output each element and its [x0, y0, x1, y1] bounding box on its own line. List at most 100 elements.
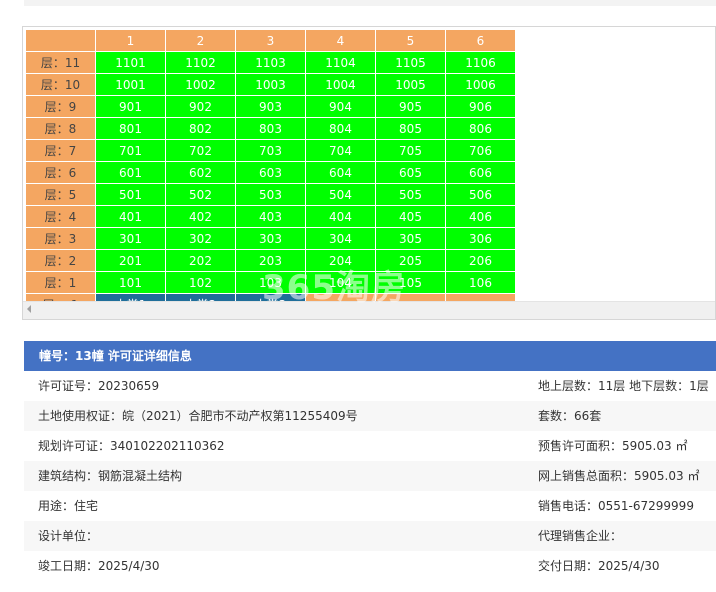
- unit-cell[interactable]: 905: [375, 95, 446, 118]
- unit-cell[interactable]: 205: [375, 249, 446, 272]
- unit-cell[interactable]: 1105: [375, 51, 446, 74]
- unit-cell[interactable]: 505: [375, 183, 446, 206]
- unit-cell[interactable]: 101: [95, 271, 166, 294]
- unit-cell[interactable]: 1103: [235, 51, 306, 74]
- unit-cell[interactable]: 703: [235, 139, 306, 162]
- unit-cell[interactable]: 206: [445, 249, 516, 272]
- unit-cell[interactable]: 503: [235, 183, 306, 206]
- unit-cell[interactable]: 1002: [165, 73, 236, 96]
- info-left-field: 土地使用权证：皖（2021）合肥市不动产权第11255409号: [38, 409, 358, 423]
- horizontal-scrollbar[interactable]: [23, 301, 715, 319]
- grid-corner-cell: [25, 29, 96, 52]
- unit-cell[interactable]: 201: [95, 249, 166, 272]
- unit-cell[interactable]: 203: [235, 249, 306, 272]
- unit-cell[interactable]: 1106: [445, 51, 516, 74]
- unit-cell[interactable]: 601: [95, 161, 166, 184]
- floor-row: 层：4 401 402 403 404 405 406: [25, 205, 516, 228]
- unit-cell[interactable]: 304: [305, 227, 376, 250]
- unit-cell[interactable]: 605: [375, 161, 446, 184]
- unit-cell[interactable]: 602: [165, 161, 236, 184]
- unit-cell[interactable]: 1001: [95, 73, 166, 96]
- floor-row: 层：2 201 202 203 204 205 206: [25, 249, 516, 272]
- unit-cell[interactable]: 301: [95, 227, 166, 250]
- unit-cell[interactable]: 704: [305, 139, 376, 162]
- unit-cell[interactable]: 806: [445, 117, 516, 140]
- unit-cell[interactable]: 406: [445, 205, 516, 228]
- unit-cell[interactable]: 603: [235, 161, 306, 184]
- unit-cell[interactable]: 902: [165, 95, 236, 118]
- floor-label: 层：9: [25, 95, 96, 118]
- info-row: 规划许可证：340102202110362 预售许可面积：5905.03 ㎡: [24, 431, 716, 461]
- unit-cell[interactable]: 502: [165, 183, 236, 206]
- unit-cell[interactable]: 1102: [165, 51, 236, 74]
- info-left-field: 用途：住宅: [38, 499, 99, 513]
- unit-cell[interactable]: 805: [375, 117, 446, 140]
- grid-header-row: 123456: [25, 29, 516, 52]
- info-row: 设计单位： 代理销售企业：: [24, 521, 716, 551]
- unit-cell[interactable]: 404: [305, 205, 376, 228]
- info-left-field: 设计单位：: [38, 529, 99, 543]
- unit-cell[interactable]: 903: [235, 95, 306, 118]
- unit-cell[interactable]: 604: [305, 161, 376, 184]
- unit-cell[interactable]: 501: [95, 183, 166, 206]
- unit-cell[interactable]: 401: [95, 205, 166, 228]
- column-header: 5: [375, 29, 446, 52]
- unit-cell[interactable]: 1003: [235, 73, 306, 96]
- scroll-left-arrow-icon[interactable]: [27, 305, 31, 313]
- floor-label: 层：2: [25, 249, 96, 272]
- floor-row: 层：6 601 602 603 604 605 606: [25, 161, 516, 184]
- unit-cell[interactable]: 606: [445, 161, 516, 184]
- unit-cell[interactable]: 302: [165, 227, 236, 250]
- column-header: 1: [95, 29, 166, 52]
- info-left-field: 竣工日期：2025/4/30: [38, 559, 160, 573]
- top-strip: [24, 0, 716, 6]
- permit-info-title: 幢号：13幢 许可证详细信息: [24, 341, 716, 371]
- info-row: 土地使用权证：皖（2021）合肥市不动产权第11255409号 套数：66套: [24, 401, 716, 431]
- unit-cell[interactable]: 305: [375, 227, 446, 250]
- unit-cell[interactable]: 906: [445, 95, 516, 118]
- unit-cell[interactable]: 803: [235, 117, 306, 140]
- info-right-field: 地上层数：11层 地下层数：1层: [538, 379, 709, 393]
- unit-cell[interactable]: 1101: [95, 51, 166, 74]
- info-right-field: 代理销售企业：: [538, 529, 623, 543]
- floor-row: 层：5 501 502 503 504 505 506: [25, 183, 516, 206]
- info-row: 建筑结构：钢筋混凝土结构 网上销售总面积：5905.03 ㎡: [24, 461, 716, 491]
- unit-cell[interactable]: 104: [305, 271, 376, 294]
- floor-label: 层：4: [25, 205, 96, 228]
- unit-grid-panel: 1 2 3 4 5 6 层：11 1101 1102 1103 1104 1105 1106 层：10 10…: [22, 26, 716, 320]
- unit-cell[interactable]: 102: [165, 271, 236, 294]
- unit-cell[interactable]: 504: [305, 183, 376, 206]
- unit-cell[interactable]: 105: [375, 271, 446, 294]
- unit-cell[interactable]: 405: [375, 205, 446, 228]
- floor-row: 层：9 901 902 903 904 905 906: [25, 95, 516, 118]
- unit-cell[interactable]: 1006: [445, 73, 516, 96]
- unit-cell[interactable]: 303: [235, 227, 306, 250]
- unit-cell[interactable]: 801: [95, 117, 166, 140]
- unit-cell[interactable]: 506: [445, 183, 516, 206]
- unit-cell[interactable]: 306: [445, 227, 516, 250]
- unit-cell[interactable]: 1005: [375, 73, 446, 96]
- unit-cell[interactable]: 202: [165, 249, 236, 272]
- column-header: 4: [305, 29, 376, 52]
- unit-cell[interactable]: 702: [165, 139, 236, 162]
- unit-cell[interactable]: 1104: [305, 51, 376, 74]
- unit-cell[interactable]: 204: [305, 249, 376, 272]
- unit-cell[interactable]: 705: [375, 139, 446, 162]
- floor-row: 层：10 1001 1002 1003 1004 1005 1006: [25, 73, 516, 96]
- unit-cell[interactable]: 904: [305, 95, 376, 118]
- unit-cell[interactable]: 706: [445, 139, 516, 162]
- column-header: 3: [235, 29, 306, 52]
- unit-cell[interactable]: 402: [165, 205, 236, 228]
- info-row: 竣工日期：2025/4/30 交付日期：2025/4/30: [24, 551, 716, 581]
- unit-cell[interactable]: 103: [235, 271, 306, 294]
- floor-row: 层：7 701 702 703 704 705 706: [25, 139, 516, 162]
- column-header: 2: [165, 29, 236, 52]
- unit-cell[interactable]: 403: [235, 205, 306, 228]
- unit-cell[interactable]: 106: [445, 271, 516, 294]
- unit-cell[interactable]: 901: [95, 95, 166, 118]
- floor-label: 层：3: [25, 227, 96, 250]
- unit-cell[interactable]: 802: [165, 117, 236, 140]
- unit-cell[interactable]: 701: [95, 139, 166, 162]
- unit-cell[interactable]: 804: [305, 117, 376, 140]
- unit-cell[interactable]: 1004: [305, 73, 376, 96]
